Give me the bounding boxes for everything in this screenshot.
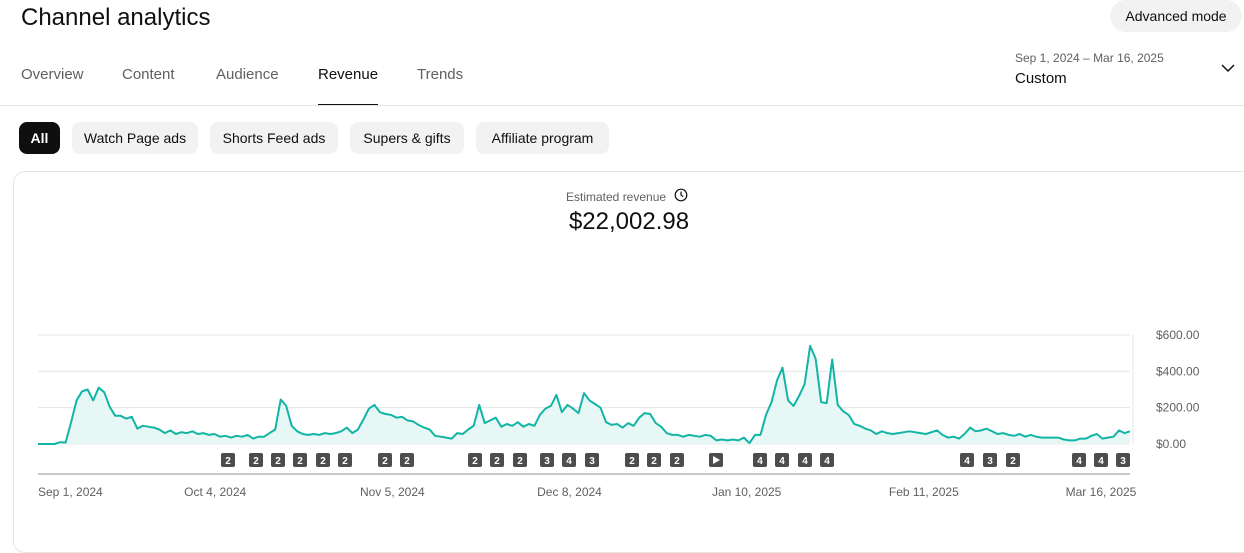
annotation-marker-label: 2 [629,456,635,467]
annotation-marker-label: 3 [987,456,993,467]
annotation-marker-label: 2 [320,456,326,467]
annotation-marker-label: 2 [225,456,231,467]
annotation-marker-label: 4 [566,456,572,467]
annotation-marker-label: 2 [342,456,348,467]
y-tick-label: $200.00 [1156,401,1200,415]
annotation-marker-label: 2 [517,456,523,467]
annotation-marker-label: 4 [1076,456,1082,467]
x-tick-label: Feb 11, 2025 [889,485,959,499]
annotation-marker-label: 2 [494,456,500,467]
annotation-marker-label: 2 [674,456,680,467]
annotation-marker-label: 4 [802,456,808,467]
annotation-marker-label: 4 [964,456,970,467]
annotation-marker-label: 4 [824,456,830,467]
annotation-marker-label: 3 [589,456,595,467]
annotation-marker-label: 2 [297,456,303,467]
y-tick-label: $0.00 [1156,437,1186,451]
x-tick-label: Dec 8, 2024 [537,485,602,499]
annotation-marker-label: 4 [757,456,763,467]
annotation-marker-label: 3 [1120,456,1126,467]
y-tick-label: $600.00 [1156,328,1200,342]
annotation-marker-label: 2 [1010,456,1016,467]
annotation-marker-label: 2 [404,456,410,467]
annotation-marker-label: 4 [779,456,785,467]
x-tick-label: Mar 16, 2025 [1066,485,1137,499]
revenue-chart: $600.00 $400.00 $200.00 $0.00 Sep 1, 2024 Oct… [38,328,1200,499]
annotation-marker-label: 2 [472,456,478,467]
annotation-marker-label: 4 [1098,456,1104,467]
annotation-marker-label: 3 [544,456,550,467]
annotation-marker-label: 2 [382,456,388,467]
x-tick-label: Oct 4, 2024 [184,485,246,499]
x-tick-label: Sep 1, 2024 [38,485,103,499]
x-tick-label: Jan 10, 2025 [712,485,782,499]
annotation-marker-label: 2 [253,456,259,467]
x-tick-label: Nov 5, 2024 [360,485,425,499]
annotation-marker-label: 2 [275,456,281,467]
y-tick-label: $400.00 [1156,364,1200,378]
annotation-marker-label: 2 [651,456,657,467]
